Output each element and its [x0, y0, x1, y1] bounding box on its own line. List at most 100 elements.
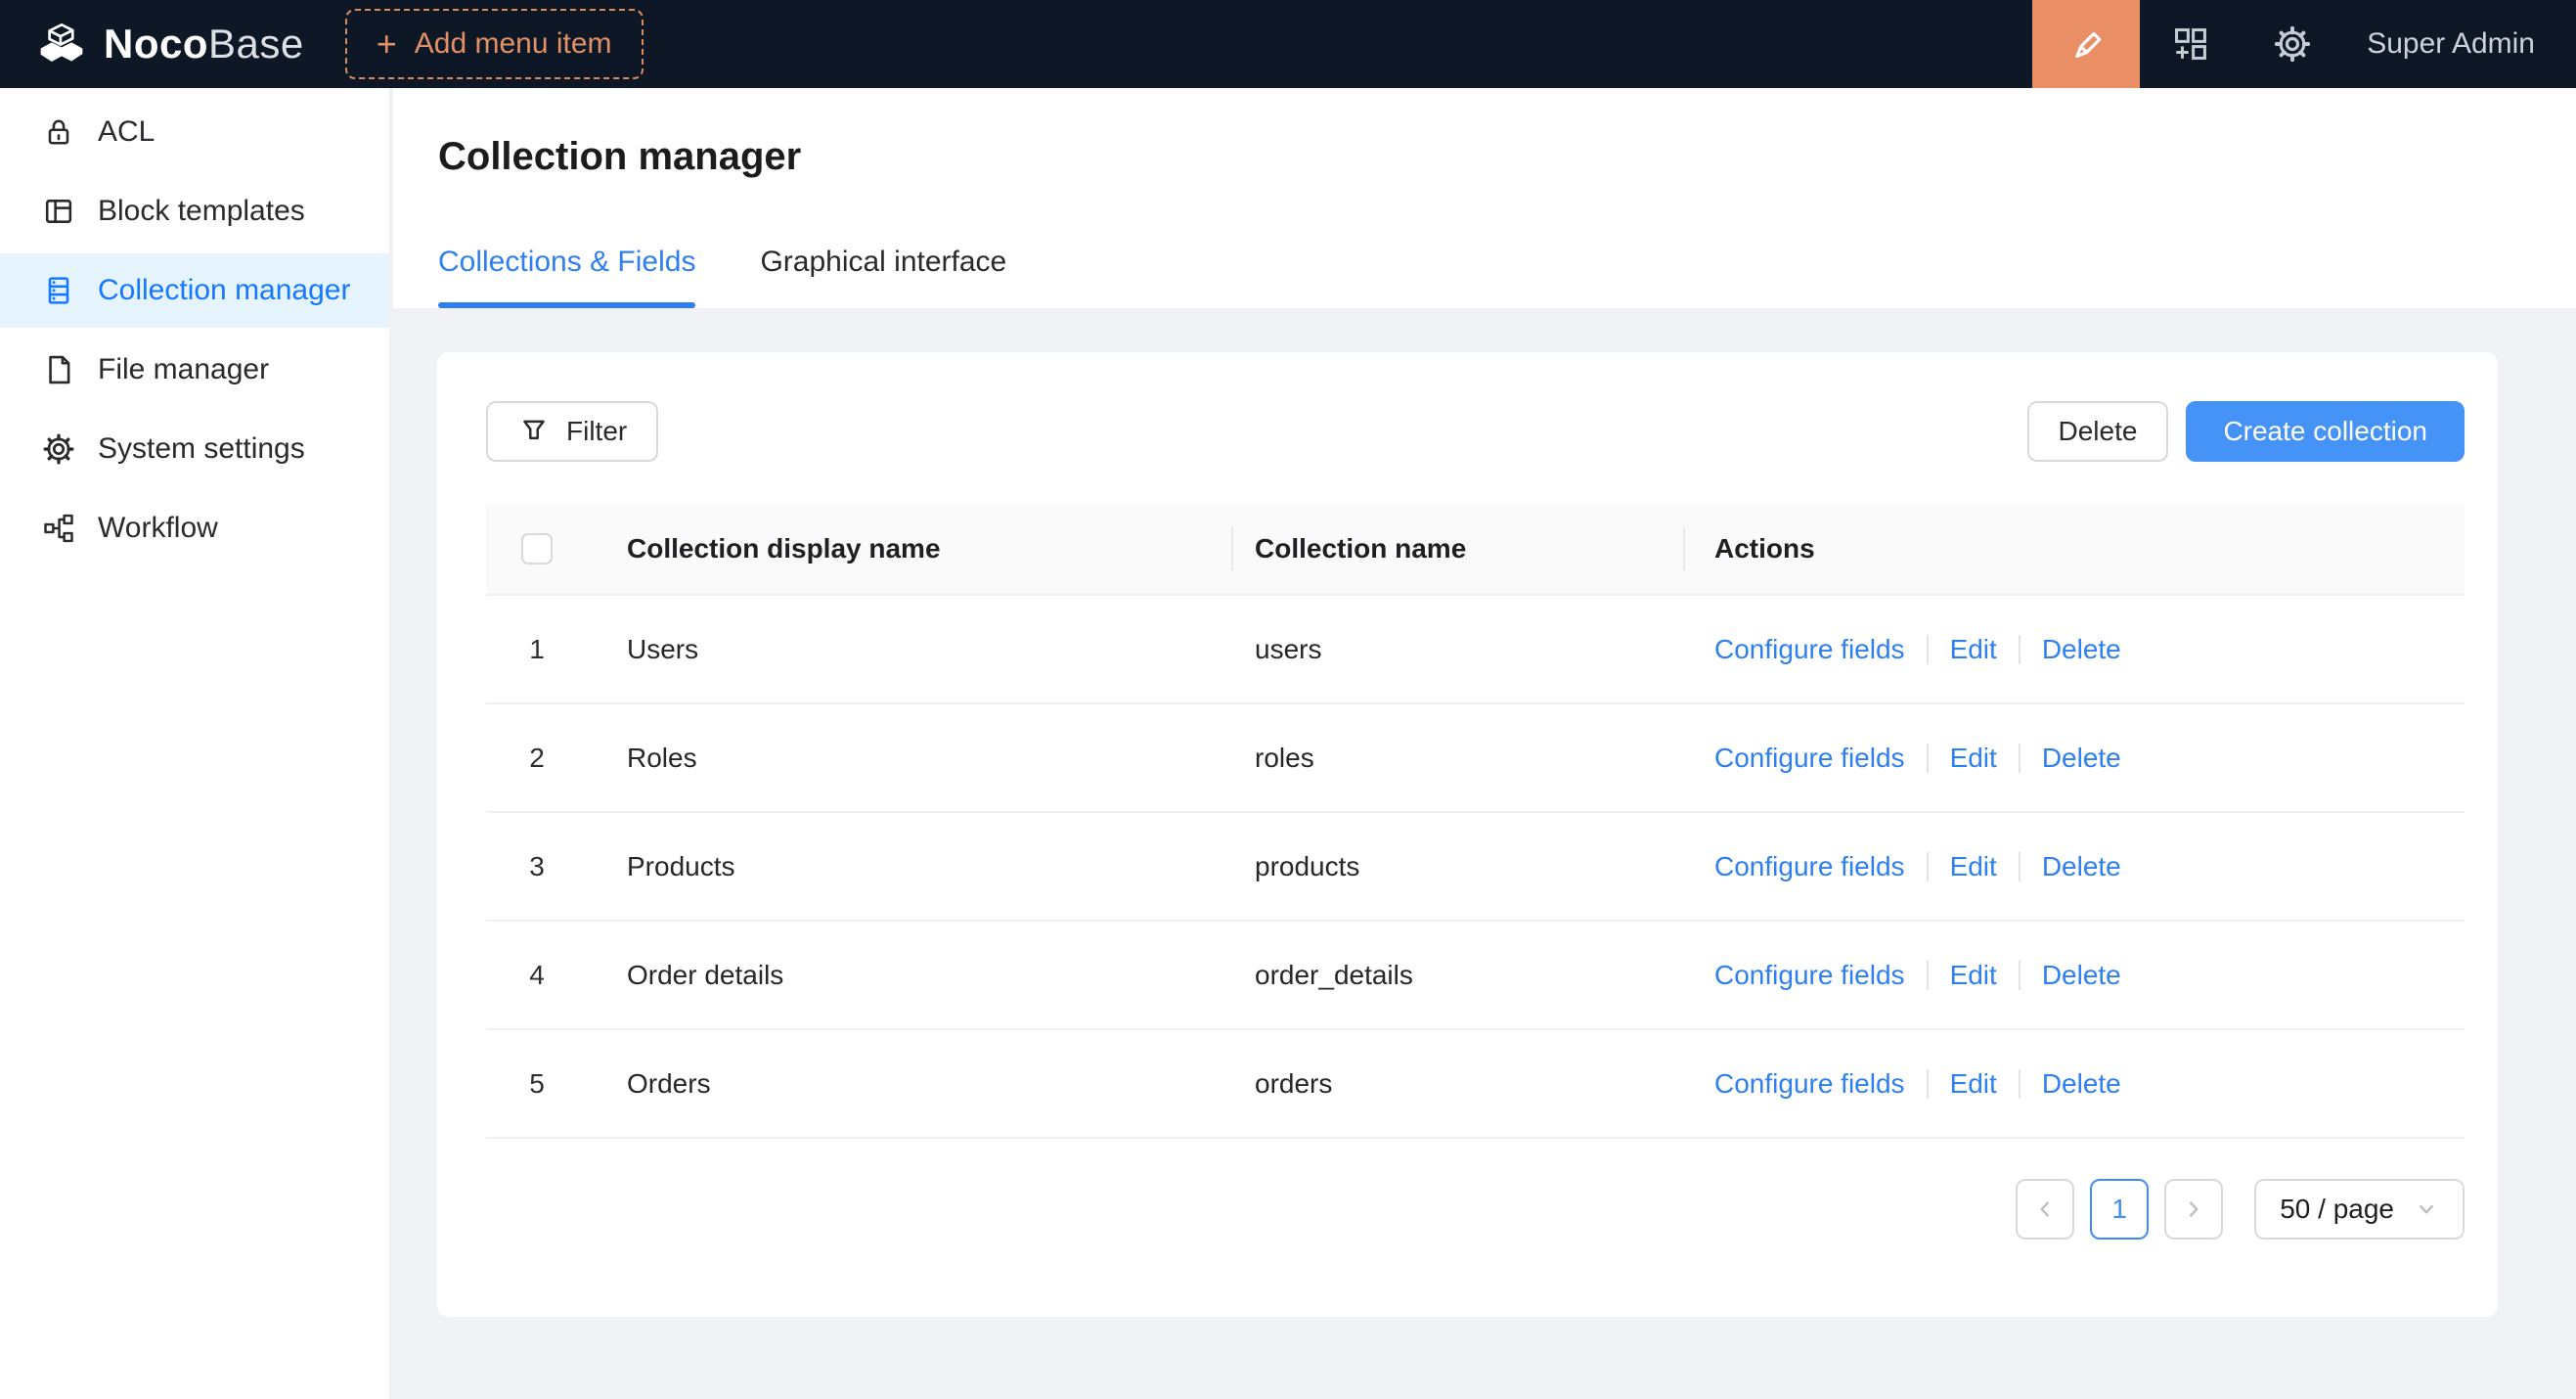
add-menu-item-button[interactable]: + Add menu item: [345, 9, 644, 79]
sidebar-item-label: Block templates: [98, 195, 305, 228]
action-divider: [2019, 635, 2021, 664]
edit-link[interactable]: Edit: [1950, 960, 1997, 991]
sidebar-item-label: Collection manager: [98, 274, 350, 307]
collections-table: Collection display name Collection name …: [486, 504, 2465, 1139]
cell-actions: Configure fields Edit Delete: [1685, 704, 2465, 811]
cell-name: orders: [1233, 1030, 1685, 1137]
chevron-left-icon: [2032, 1196, 2058, 1222]
sidebar-item-collection-manager[interactable]: Collection manager: [0, 253, 389, 328]
configure-fields-link[interactable]: Configure fields: [1714, 960, 1905, 991]
configure-fields-link[interactable]: Configure fields: [1714, 634, 1905, 665]
page-title: Collection manager: [438, 88, 2576, 179]
funnel-icon: [517, 415, 551, 448]
appstore-add-icon: [2170, 23, 2211, 65]
pagination-next-button[interactable]: [2164, 1179, 2223, 1240]
sidebar-item-workflow[interactable]: Workflow: [0, 491, 389, 565]
action-divider: [1927, 961, 1929, 990]
brand-name: NocoBase: [104, 21, 304, 68]
delete-link[interactable]: Delete: [2042, 634, 2121, 665]
collections-card: Filter Delete Create collection Collecti…: [437, 352, 2498, 1317]
header-cell-display-name: Collection display name: [588, 504, 1233, 594]
cell-actions: Configure fields Edit Delete: [1685, 922, 2465, 1028]
sidebar-item-acl[interactable]: ACL: [0, 95, 389, 169]
filter-button[interactable]: Filter: [486, 401, 658, 462]
plugins-button[interactable]: [2140, 0, 2242, 88]
select-all-checkbox[interactable]: [521, 533, 553, 564]
page-size-value: 50 / page: [2280, 1194, 2394, 1225]
page-header: Collection manager Collections & Fields …: [393, 88, 2576, 308]
workflow-icon: [41, 511, 76, 546]
sidebar-item-file-manager[interactable]: File manager: [0, 333, 389, 407]
content-area: Filter Delete Create collection Collecti…: [393, 308, 2576, 1399]
cell-display-name: Products: [588, 813, 1233, 920]
page-size-select[interactable]: 50 / page: [2254, 1179, 2465, 1240]
header-cell-name: Collection name: [1233, 504, 1685, 594]
sidebar: ACL Block templates Collection manager F…: [0, 88, 391, 1399]
delete-link[interactable]: Delete: [2042, 851, 2121, 882]
cell-actions: Configure fields Edit Delete: [1685, 813, 2465, 920]
settings-button[interactable]: [2242, 0, 2343, 88]
plus-icon: +: [377, 26, 397, 62]
layout-icon: [41, 194, 76, 229]
action-divider: [1927, 852, 1929, 881]
ui-editor-button[interactable]: [2032, 0, 2140, 88]
row-index: 3: [486, 813, 588, 920]
cell-name: products: [1233, 813, 1685, 920]
table-row: 2 Roles roles Configure fields Edit Dele…: [486, 704, 2465, 813]
chevron-down-icon: [2414, 1196, 2439, 1222]
chevron-right-icon: [2181, 1196, 2206, 1222]
row-index: 5: [486, 1030, 588, 1137]
cell-actions: Configure fields Edit Delete: [1685, 1030, 2465, 1137]
table-row: 5 Orders orders Configure fields Edit De…: [486, 1030, 2465, 1139]
topbar: NocoBase + Add menu item Super Admin: [0, 0, 2576, 88]
brand-logo[interactable]: NocoBase: [0, 20, 345, 68]
edit-link[interactable]: Edit: [1950, 634, 1997, 665]
sidebar-item-label: ACL: [98, 115, 155, 149]
table-row: 4 Order details order_details Configure …: [486, 922, 2465, 1030]
tab-collections-and-fields[interactable]: Collections & Fields: [438, 246, 695, 308]
action-divider: [1927, 744, 1929, 773]
configure-fields-link[interactable]: Configure fields: [1714, 743, 1905, 774]
delete-link[interactable]: Delete: [2042, 960, 2121, 991]
edit-link[interactable]: Edit: [1950, 743, 1997, 774]
pagination: 1 50 / page: [2016, 1179, 2465, 1240]
sidebar-item-block-templates[interactable]: Block templates: [0, 174, 389, 248]
sidebar-item-label: Workflow: [98, 512, 218, 545]
pagination-page-1[interactable]: 1: [2090, 1179, 2149, 1240]
action-divider: [1927, 1069, 1929, 1099]
cell-actions: Configure fields Edit Delete: [1685, 596, 2465, 702]
pagination-prev-button[interactable]: [2016, 1179, 2074, 1240]
screen: NocoBase + Add menu item Super Admin ACL: [0, 0, 2576, 1399]
card-toolbar: Filter Delete Create collection: [437, 352, 2498, 462]
topbar-right: Super Admin: [2032, 0, 2576, 88]
create-collection-button[interactable]: Create collection: [2186, 401, 2465, 462]
action-divider: [2019, 1069, 2021, 1099]
cell-name: users: [1233, 596, 1685, 702]
cell-display-name: Roles: [588, 704, 1233, 811]
sidebar-item-label: File manager: [98, 353, 269, 386]
cell-display-name: Order details: [588, 922, 1233, 1028]
edit-link[interactable]: Edit: [1950, 1068, 1997, 1100]
delete-link[interactable]: Delete: [2042, 1068, 2121, 1100]
database-icon: [41, 273, 76, 308]
action-divider: [2019, 744, 2021, 773]
file-icon: [41, 352, 76, 387]
header-cell-select: [486, 504, 588, 594]
table-row: 1 Users users Configure fields Edit Dele…: [486, 596, 2465, 704]
gear-icon: [41, 431, 76, 467]
edit-link[interactable]: Edit: [1950, 851, 1997, 882]
action-divider: [2019, 852, 2021, 881]
action-divider: [2019, 961, 2021, 990]
configure-fields-link[interactable]: Configure fields: [1714, 851, 1905, 882]
tab-graphical-interface[interactable]: Graphical interface: [760, 246, 1006, 308]
header-cell-actions: Actions: [1685, 504, 2465, 594]
cell-display-name: Orders: [588, 1030, 1233, 1137]
sidebar-item-system-settings[interactable]: System settings: [0, 412, 389, 486]
nocobase-cube-icon: [35, 20, 88, 68]
delete-link[interactable]: Delete: [2042, 743, 2121, 774]
configure-fields-link[interactable]: Configure fields: [1714, 1068, 1905, 1100]
user-menu[interactable]: Super Admin: [2343, 27, 2576, 61]
highlight-pen-icon: [2065, 23, 2107, 65]
lock-icon: [41, 114, 76, 150]
bulk-delete-button[interactable]: Delete: [2027, 401, 2169, 462]
